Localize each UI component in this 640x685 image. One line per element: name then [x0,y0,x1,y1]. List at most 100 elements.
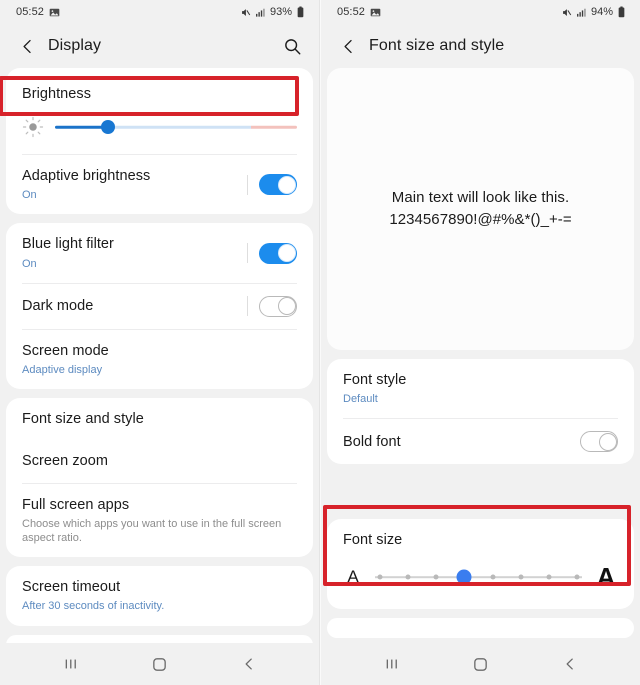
font-size-tick[interactable] [433,574,439,580]
font-style-row[interactable]: Font style Default [327,359,634,418]
toggle-separator [247,296,248,317]
font-size-tick[interactable] [546,574,552,580]
adaptive-brightness-toggle-wrap[interactable] [237,174,297,196]
signal-bars-icon [255,7,266,18]
battery-percent-text: 94% [590,6,613,18]
dual-screenshot-comparison: 05:52 93% Display Brightness Adaptive br… [0,0,640,685]
font-size-tick[interactable] [377,574,383,580]
bold-font-toggle[interactable] [580,431,618,453]
recents-icon[interactable] [372,649,412,679]
screen-zoom-texts: Screen zoom [22,452,297,470]
brightness-slider[interactable] [55,119,297,135]
battery-icon [617,6,626,18]
font-size-and-style-label: Font size and style [22,411,144,428]
next-card-peek[interactable] [327,617,634,638]
font-size-texts: Font size [343,531,618,549]
left-phone-screen: 05:52 93% Display Brightness Adaptive br… [0,0,320,685]
font-style-value: Default [343,393,378,406]
back-chevron-icon[interactable] [14,33,40,59]
toggle-separator [247,174,248,195]
search-icon[interactable] [279,33,305,59]
status-left-group: 05:52 [337,6,381,18]
status-right-group: 94% [561,6,626,18]
full-screen-apps-label: Full screen apps [22,496,130,513]
screen-timeout-card: Screen timeout After 30 seconds of inact… [6,566,313,626]
back-chevron-icon[interactable] [550,649,590,679]
font-size-and-style-row[interactable]: Font size and style [6,398,313,440]
full-screen-apps-texts: Full screen apps Choose which apps you w… [22,496,297,546]
blue-light-filter-row[interactable]: Blue light filter On [6,223,313,282]
blue-light-filter-toggle[interactable] [259,242,297,264]
page-title: Display [48,37,102,54]
dark-mode-row[interactable]: Dark mode [6,284,313,329]
left-settings-list[interactable]: Brightness Adaptive brightness On Blue l… [0,68,319,643]
adaptive-brightness-row[interactable]: Adaptive brightness On [6,155,313,214]
next-card-peek[interactable] [6,634,313,643]
full-screen-apps-row[interactable]: Full screen apps Choose which apps you w… [6,484,313,558]
preview-line-1: Main text will look like this. [391,189,570,207]
dark-mode-toggle[interactable] [259,295,297,317]
font-size-slider[interactable] [371,567,586,587]
screen-mode-value: Adaptive display [22,363,103,376]
font-size-small-a-label: A [347,567,359,587]
toggle-separator [247,243,248,264]
screen-mode-texts: Screen mode Adaptive display [22,342,297,377]
image-icon [370,7,381,18]
font-size-tick[interactable] [574,574,580,580]
right-settings-list[interactable]: Main text will look like this. 123456789… [321,68,640,643]
blue-light-filter-status: On [22,257,37,270]
dark-mode-toggle-wrap[interactable] [237,295,297,317]
blue-light-filter-toggle-wrap[interactable] [237,242,297,264]
brightness-thumb[interactable] [101,120,116,134]
font-size-and-style-texts: Font size and style [22,410,297,428]
status-time: 05:52 [337,6,366,18]
home-icon[interactable] [140,649,180,679]
screen-mode-row[interactable]: Screen mode Adaptive display [6,330,313,389]
toggle-knob [278,297,296,316]
screen-mode-label: Screen mode [22,342,109,359]
font-size-tick[interactable] [518,574,524,580]
font-size-thumb[interactable] [456,569,472,585]
battery-percent-text: 93% [269,6,292,18]
right-status-bar: 05:52 94% [321,0,640,24]
right-app-bar: Font size and style [321,24,640,68]
screen-timeout-label: Screen timeout [22,579,121,596]
right-phone-screen: 05:52 94% Font size and style Main text … [320,0,640,685]
screen-timeout-row[interactable]: Screen timeout After 30 seconds of inact… [6,566,313,625]
home-icon[interactable] [461,649,501,679]
bold-font-texts: Bold font [343,433,570,451]
brightness-track [55,125,297,129]
screen-timeout-texts: Screen timeout After 30 seconds of inact… [22,578,297,613]
adaptive-brightness-status: On [22,189,37,202]
font-style-texts: Font style Default [343,371,618,406]
back-chevron-icon[interactable] [335,33,361,59]
status-right-group: 93% [240,6,305,18]
font-size-tick[interactable] [490,574,496,580]
full-screen-apps-description: Choose which apps you want to use in the… [22,517,282,544]
font-size-slider-row[interactable]: A A [327,552,634,609]
toggle-knob [277,244,296,263]
dark-mode-texts: Dark mode [22,297,237,315]
font-size-tick[interactable] [405,574,411,580]
bold-font-row[interactable]: Bold font [327,419,634,464]
left-app-bar: Display [0,24,319,68]
right-nav-bar [321,643,640,685]
status-time: 05:52 [16,6,45,18]
recents-icon[interactable] [51,649,91,679]
screen-zoom-label: Screen zoom [22,453,108,470]
brightness-sun-icon [22,116,44,138]
brightness-slider-row[interactable] [6,110,313,154]
brightness-header-row: Brightness [6,68,313,110]
brightness-label: Brightness [22,85,92,102]
preview-line-2: 1234567890!@#%&*()_+-= [389,211,572,228]
toggle-knob [599,432,617,451]
back-chevron-icon[interactable] [229,649,269,679]
status-left-group: 05:52 [16,6,60,18]
mute-icon [561,7,572,18]
brightness-texts: Brightness [22,85,297,103]
font-style-card: Font style Default Bold font [327,359,634,465]
screen-zoom-row[interactable]: Screen zoom [6,440,313,482]
adaptive-brightness-toggle[interactable] [259,174,297,196]
font-preview-card: Main text will look like this. 123456789… [327,68,634,350]
bold-font-toggle-wrap[interactable] [570,431,618,453]
